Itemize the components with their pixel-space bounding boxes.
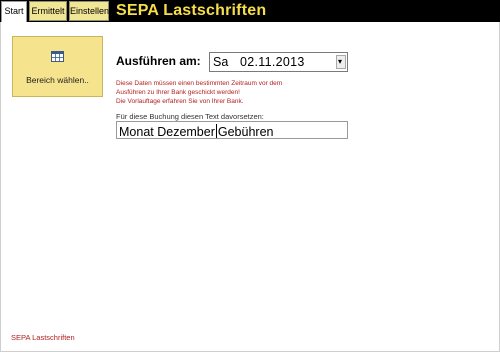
- warning-line-1: Diese Daten müssen einen bestimmten Zeit…: [116, 80, 283, 87]
- execute-date-label: Ausführen am:: [116, 54, 201, 68]
- app-title: SEPA Lastschriften: [116, 2, 267, 19]
- warning-line-3: Die Vorlauftage erfahren Sie von Ihrer B…: [116, 98, 244, 105]
- tab-einstellen[interactable]: Einstellen: [69, 1, 109, 21]
- lead-time-warning: Diese Daten müssen einen bestimmten Zeit…: [116, 79, 356, 106]
- input-text-after-caret: Gebühren: [217, 125, 274, 139]
- tab-bar: Start Ermittelt Einstellen SEPA Lastschr…: [0, 0, 500, 22]
- table-grid-icon: [51, 51, 64, 62]
- text-caret: [215, 124, 217, 138]
- booking-text-hint: Für diese Buchung diesen Text davorsetze…: [116, 112, 264, 121]
- footer-label: SEPA Lastschriften: [11, 333, 75, 342]
- warning-line-2: Ausführen zu Ihrer Bank geschickt werden…: [116, 89, 240, 96]
- booking-prefix-input[interactable]: Monat Dezember Gebühren: [116, 121, 348, 139]
- input-text-before-caret: Monat Dezember: [119, 125, 215, 139]
- select-range-button[interactable]: Bereich wählen..: [12, 36, 103, 97]
- weekday-value: Sa: [213, 55, 229, 69]
- select-range-label: Bereich wählen..: [26, 75, 89, 85]
- date-value: 02.11.2013: [240, 55, 305, 69]
- execute-date-picker[interactable]: Sa 02.11.2013 ▾: [209, 52, 348, 72]
- date-dropdown-button[interactable]: ▾: [336, 55, 346, 69]
- tab-start[interactable]: Start: [1, 1, 27, 22]
- dropdown-arrow-icon: ▾: [338, 57, 343, 66]
- tab-ermittelt[interactable]: Ermittelt: [29, 1, 67, 21]
